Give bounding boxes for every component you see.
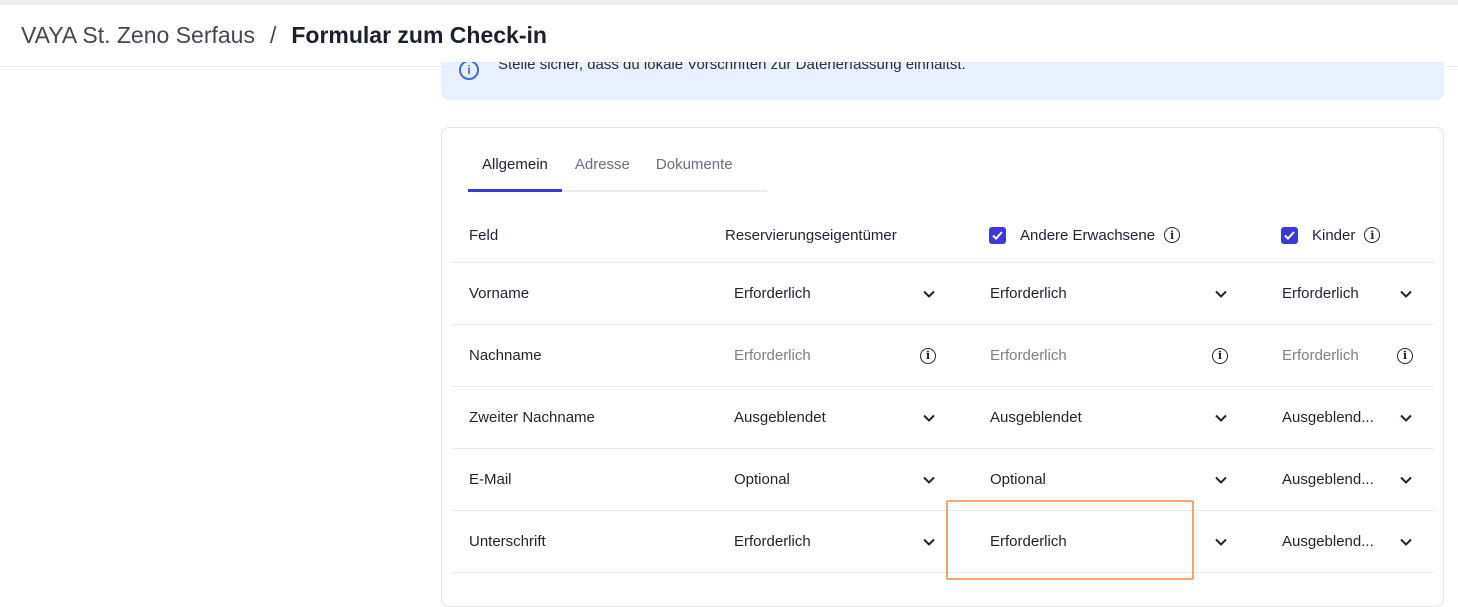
header-adults: Andere Erwachsene i <box>989 208 1181 262</box>
info-banner-text: Stelle sicher, dass du lokale Vorschrift… <box>498 62 966 73</box>
adults-select[interactable]: Erforderlich <box>990 263 1228 324</box>
chevron-down-icon <box>1399 411 1413 425</box>
kids-info-icon[interactable]: i <box>1364 227 1381 243</box>
header-owner: Reservierungseigentümer <box>725 226 897 244</box>
field-name: Vorname <box>469 285 530 302</box>
adults-select[interactable]: Ausgeblendet <box>990 387 1228 448</box>
header-kids-label: Kinder <box>1312 226 1356 244</box>
owner-select-value: Optional <box>734 471 790 488</box>
field-name: Unterschrift <box>469 533 546 550</box>
chevron-down-icon <box>1399 535 1413 549</box>
table-row: Unterschrift Erforderlich Erforderlich A… <box>452 511 1434 573</box>
table-row: E-Mail Optional Optional Ausgeblend... <box>452 449 1434 511</box>
chevron-down-icon <box>1214 473 1228 487</box>
tab-allgemein[interactable]: Allgemein <box>468 148 562 192</box>
owner-select-locked: Erforderlich i <box>734 325 936 386</box>
kids-select-value: Erforderlich <box>1282 347 1359 364</box>
table-row: Zweiter Nachname Ausgeblendet Ausgeblend… <box>452 387 1434 449</box>
chevron-down-icon <box>922 411 936 425</box>
info-banner: i Stelle sicher, dass du lokale Vorschri… <box>441 62 1444 100</box>
kids-select-value: Ausgeblend... <box>1282 471 1374 488</box>
page-title: Formular zum Check-in <box>291 22 547 48</box>
field-name: E-Mail <box>469 471 512 488</box>
kids-select[interactable]: Ausgeblend... <box>1282 511 1413 572</box>
adults-select-value: Erforderlich <box>990 285 1067 302</box>
kids-checkbox[interactable] <box>1281 226 1298 244</box>
kids-select-value: Ausgeblend... <box>1282 409 1374 426</box>
chevron-down-icon <box>1399 473 1413 487</box>
table-row: Vorname Erforderlich Erforderlich Erford… <box>452 263 1434 325</box>
kids-select-value: Ausgeblend... <box>1282 533 1374 550</box>
adults-select-value: Erforderlich <box>990 347 1067 364</box>
chevron-down-icon <box>922 473 936 487</box>
chevron-down-icon <box>922 535 936 549</box>
adults-select[interactable]: Optional <box>990 449 1228 510</box>
info-icon[interactable]: i <box>1212 347 1228 364</box>
tab-dokumente[interactable]: Dokumente <box>643 148 746 190</box>
field-name: Nachname <box>469 347 542 364</box>
kids-select-value: Erforderlich <box>1282 285 1359 302</box>
header-kids: Kinder i <box>1281 208 1381 262</box>
fields-table: Feld Reservierungseigentümer Andere Erwa… <box>452 208 1434 573</box>
adults-info-icon[interactable]: i <box>1164 227 1181 243</box>
chevron-down-icon <box>1399 287 1413 301</box>
adults-select[interactable]: Erforderlich <box>990 511 1228 572</box>
owner-select[interactable]: Ausgeblendet <box>734 387 936 448</box>
table-header-row: Feld Reservierungseigentümer Andere Erwa… <box>452 208 1434 263</box>
breadcrumb-property[interactable]: VAYA St. Zeno Serfaus <box>21 22 255 49</box>
owner-select[interactable]: Optional <box>734 449 936 510</box>
header-adults-label: Andere Erwachsene <box>1020 226 1156 244</box>
chevron-down-icon <box>922 287 936 301</box>
adults-checkbox[interactable] <box>989 226 1006 244</box>
info-icon: i <box>459 62 479 80</box>
owner-select-value: Erforderlich <box>734 533 811 550</box>
tab-adresse[interactable]: Adresse <box>562 148 643 190</box>
table-row: Nachname Erforderlich i Erforderlich i E… <box>452 325 1434 387</box>
owner-select-value: Erforderlich <box>734 347 811 364</box>
kids-select[interactable]: Ausgeblend... <box>1282 449 1413 510</box>
field-name: Zweiter Nachname <box>469 409 595 426</box>
adults-select-value: Erforderlich <box>990 533 1067 550</box>
kids-select[interactable]: Ausgeblend... <box>1282 387 1413 448</box>
owner-select-value: Erforderlich <box>734 285 811 302</box>
adults-select-value: Optional <box>990 471 1046 488</box>
info-icon[interactable]: i <box>920 347 936 364</box>
page-header: VAYA St. Zeno Serfaus / Formular zum Che… <box>0 5 1458 67</box>
header-field: Feld <box>469 226 499 244</box>
info-icon[interactable]: i <box>1397 347 1413 364</box>
breadcrumb-separator: / <box>269 22 277 48</box>
owner-select[interactable]: Erforderlich <box>734 511 936 572</box>
kids-select-locked: Erforderlich i <box>1282 325 1413 386</box>
chevron-down-icon <box>1214 411 1228 425</box>
kids-select[interactable]: Erforderlich <box>1282 263 1413 324</box>
owner-select-value: Ausgeblendet <box>734 409 826 426</box>
owner-select[interactable]: Erforderlich <box>734 263 936 324</box>
chevron-down-icon <box>1214 287 1228 301</box>
checkin-form-card: Allgemein Adresse Dokumente Feld Reservi… <box>441 127 1444 607</box>
adults-select-value: Ausgeblendet <box>990 409 1082 426</box>
adults-select-locked: Erforderlich i <box>990 325 1228 386</box>
chevron-down-icon <box>1214 535 1228 549</box>
tab-bar: Allgemein Adresse Dokumente <box>468 148 767 192</box>
